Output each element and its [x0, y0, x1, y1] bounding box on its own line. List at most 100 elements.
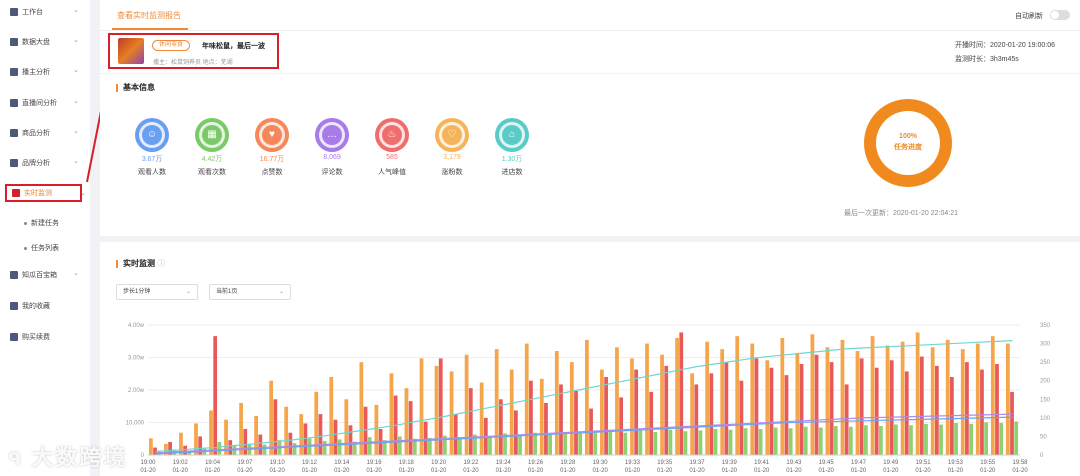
chart-bar [337, 439, 342, 455]
bullet-icon [24, 221, 27, 225]
sidebar-item-5[interactable]: 品牌分析 ⌄ [0, 154, 90, 172]
chart-bar [438, 358, 443, 455]
brand-icon [10, 159, 18, 167]
chart-bar [183, 445, 188, 455]
chart-bar [675, 338, 679, 455]
chart-bar [649, 391, 654, 455]
chart-bar [228, 440, 233, 455]
y-left-tick-label: 3.00w [128, 356, 145, 362]
sidebar-item-label: 数据大盘 [22, 39, 50, 46]
chart-bar [984, 422, 989, 455]
chevron-down-icon: ⌄ [73, 128, 79, 135]
sidebar-item-9[interactable]: 购买续费 [0, 328, 90, 346]
sub-item-label: 新建任务 [31, 220, 59, 227]
x-tick-time: 19:24 [496, 460, 512, 466]
y-right-tick-label: 0 [1040, 453, 1044, 459]
sidebar-item-2[interactable]: 播主分析 ⌄ [0, 63, 90, 81]
x-tick-time: 19:43 [786, 460, 802, 466]
x-tick-time: 19:07 [237, 460, 253, 466]
sidebar-item-3[interactable]: 直播间分析 ⌄ [0, 94, 90, 112]
x-tick-time: 19:26 [528, 460, 544, 466]
live-icon [10, 99, 18, 107]
chart-bar [694, 384, 699, 455]
chart-bar [855, 351, 860, 455]
chart-bar [769, 367, 774, 455]
chart-bar [1010, 391, 1014, 455]
chart-bar [765, 360, 770, 455]
x-tick-time: 19:35 [657, 460, 673, 466]
y-right-tick-label: 350 [1040, 323, 1051, 329]
chart-bar [939, 424, 943, 455]
x-tick-time: 19:14 [334, 460, 350, 466]
x-tick-time: 19:28 [560, 460, 576, 466]
chart-bar [544, 403, 548, 455]
x-tick-time: 19:04 [205, 460, 221, 466]
chart-bar [453, 414, 458, 455]
chart-bar [803, 426, 808, 455]
chart-bar [593, 432, 598, 455]
sidebar-item-8[interactable]: 我的收藏 [0, 297, 90, 315]
y-right-tick-label: 300 [1040, 342, 1051, 348]
chart-bar [615, 347, 619, 455]
bullet-icon [24, 246, 27, 250]
chart-bar [818, 427, 823, 455]
x-tick-date: 01-20 [754, 468, 770, 474]
chart-bar [954, 423, 958, 455]
chart-bar [509, 369, 514, 455]
sidebar-item-0[interactable]: 工作台 ⌄ [0, 3, 90, 21]
x-tick-time: 19:45 [819, 460, 835, 466]
chart-bar [848, 426, 853, 455]
chart-bar [919, 356, 924, 455]
x-tick-date: 01-20 [496, 468, 512, 474]
chart-bar [585, 339, 589, 455]
x-tick-date: 01-20 [980, 468, 996, 474]
chart-bar [533, 432, 537, 455]
x-tick-time: 19:12 [302, 460, 318, 466]
main-content: 查看实时监测报告 自动刷新 休闲零食 年味松鼠，最后一波 播主：松鼠饲养员 地点… [100, 0, 1080, 476]
chart-bar [518, 434, 522, 455]
chart-bar [713, 429, 718, 455]
chart-bar [258, 434, 263, 455]
vip-icon [10, 333, 18, 341]
sidebar-sub-item-task-list[interactable]: 任务列表 [24, 243, 59, 253]
chart-bar [548, 434, 553, 455]
x-tick-date: 01-20 [366, 468, 382, 474]
x-tick-time: 19:00 [140, 460, 156, 466]
chart-bar [318, 414, 323, 455]
chart-bar [965, 362, 969, 455]
y-right-tick-label: 200 [1040, 379, 1051, 385]
chart-bar [348, 425, 353, 455]
chart-bar [559, 384, 563, 455]
x-tick-date: 01-20 [270, 468, 286, 474]
x-tick-time: 19:58 [1012, 460, 1028, 466]
sidebar-item-6[interactable]: 实时监测 ⌄ [5, 184, 86, 202]
chart-bar [825, 347, 830, 455]
chart-bar [990, 336, 995, 455]
watermark-logo: ᑫ 大数跨境 [8, 440, 128, 472]
chart-bar [720, 349, 725, 455]
x-tick-date: 01-20 [786, 468, 802, 474]
sub-item-label: 任务列表 [31, 245, 59, 252]
chart-bar [683, 431, 688, 455]
chevron-down-icon: ⌄ [73, 270, 79, 277]
chart-bar [889, 360, 894, 455]
sidebar-item-7[interactable]: 知瓜百宝箱 ⌄ [0, 266, 90, 284]
sidebar-item-4[interactable]: 商品分析 ⌄ [0, 124, 90, 142]
chart-bar [833, 426, 838, 455]
chart-bar [397, 436, 402, 455]
chart-bar [239, 403, 243, 455]
chart-bar [885, 345, 890, 455]
chart-bar [359, 362, 364, 455]
watermark-text: 大数跨境 [31, 445, 128, 470]
chevron-down-icon: ⌄ [80, 190, 86, 197]
chart-bar [909, 425, 913, 455]
x-tick-time: 19:39 [722, 460, 738, 466]
sidebar-sub-item-new-task[interactable]: 新建任务 [24, 218, 59, 228]
sidebar-item-1[interactable]: 数据大盘 ⌄ [0, 33, 90, 51]
chart-bar [374, 404, 379, 455]
chart-bar [799, 364, 804, 455]
x-tick-date: 01-20 [948, 468, 964, 474]
y-left-tick-label: 0 [141, 453, 145, 459]
x-tick-date: 01-20 [689, 468, 705, 474]
chart-bar [930, 347, 935, 455]
